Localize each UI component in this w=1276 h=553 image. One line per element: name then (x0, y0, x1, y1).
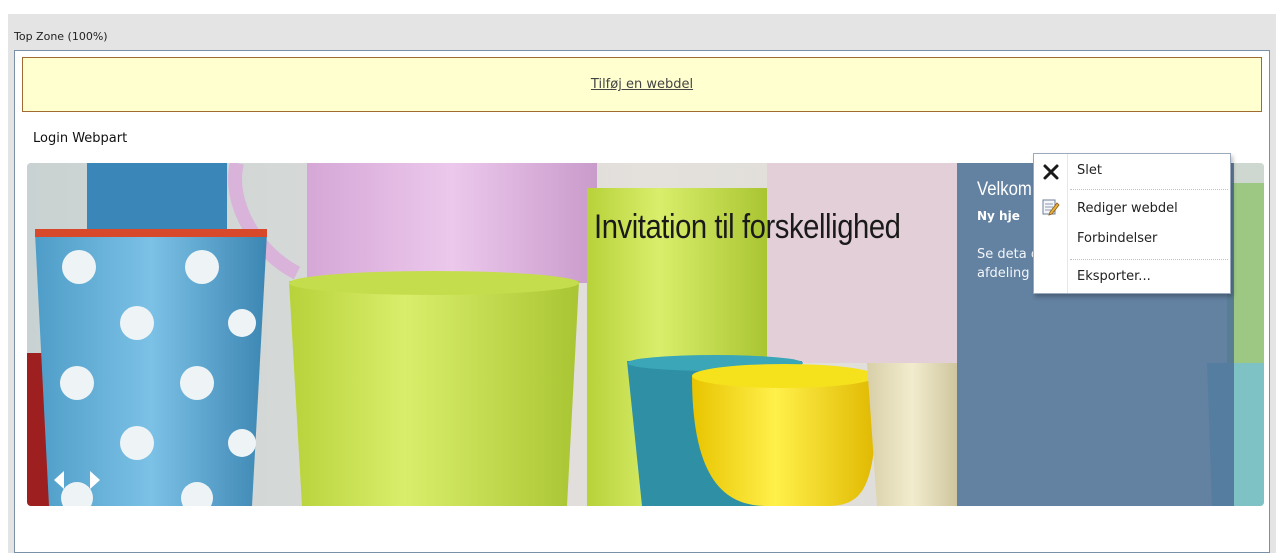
chevron-right-icon[interactable] (88, 470, 102, 490)
menu-item-export[interactable]: Eksporter... (1034, 265, 1230, 291)
menu-item-connections[interactable]: Forbindelser (1034, 227, 1230, 253)
menu-item-label: Slet (1077, 163, 1102, 178)
zone-title: Top Zone (100%) (14, 30, 108, 43)
add-webpart-bar: Tilføj en webdel (22, 57, 1262, 112)
menu-item-delete[interactable]: Slet (1034, 159, 1230, 185)
close-icon (1043, 164, 1059, 180)
chevron-left-icon[interactable] (52, 470, 66, 490)
menu-separator (1070, 189, 1228, 190)
webpart-context-menu: Slet Rediger webdel Forbindelser Eksport… (1033, 153, 1231, 294)
menu-item-label: Eksporter... (1077, 269, 1151, 284)
webpart-title: Login Webpart (33, 131, 128, 146)
menu-item-label: Rediger webdel (1077, 201, 1178, 216)
banner-headline: Invitation til forskellighed (594, 208, 901, 246)
menu-item-label: Forbindelser (1077, 231, 1158, 246)
menu-item-edit-webpart[interactable]: Rediger webdel (1034, 197, 1230, 223)
add-webpart-link[interactable]: Tilføj en webdel (591, 77, 693, 92)
edit-icon (1042, 199, 1060, 216)
menu-separator (1070, 259, 1228, 260)
